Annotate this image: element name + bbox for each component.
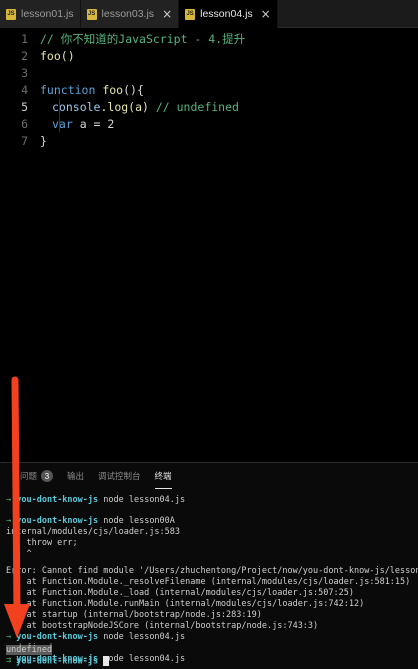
code-line: 1 // 你不知道的JavaScript - 4.提升 xyxy=(0,31,418,47)
code-text: foo() xyxy=(40,49,75,63)
code-editor[interactable]: 1 // 你不知道的JavaScript - 4.提升 2 foo() 3 4 … xyxy=(0,28,418,458)
code-keyword: var xyxy=(52,117,73,131)
prompt-dir: you-dont-know-js xyxy=(16,516,99,526)
tab-lesson01[interactable]: JS lesson01.js xyxy=(0,0,81,28)
prompt-arrow: → xyxy=(6,632,12,642)
command: node lesson00A xyxy=(98,516,175,526)
terminal-error-line: Error: Cannot find module '/Users/zhuche… xyxy=(6,566,418,576)
terminal-line: ^ xyxy=(6,549,32,559)
terminal-cursor xyxy=(103,656,110,666)
code-line: 2 foo() xyxy=(0,48,418,64)
code-function-name: foo xyxy=(95,83,124,97)
prompt-dir: you-dont-know-js xyxy=(16,632,99,642)
tab-label: 调试控制台 xyxy=(98,471,141,481)
tab-label: 输出 xyxy=(67,471,85,481)
bottom-panel: 问题 3 输出 调试控制台 终端 → you-dont-know-js node… xyxy=(0,462,418,669)
line-number: 4 xyxy=(21,83,28,97)
js-file-icon: JS xyxy=(185,8,196,20)
terminal-stack-line: at Function.Module._load (internal/modul… xyxy=(6,588,354,598)
js-file-icon: JS xyxy=(86,8,97,20)
prompt-dir: you-dont-know-js xyxy=(16,495,99,505)
tab-label: 问题 xyxy=(20,471,38,481)
line-number: 5 xyxy=(21,100,28,114)
terminal[interactable]: → you-dont-know-js node lesson04.js → yo… xyxy=(0,491,418,669)
code-line: 3 xyxy=(0,65,418,81)
indent-guide xyxy=(59,116,60,132)
tab-lesson03[interactable]: JS lesson03.js × xyxy=(80,0,180,28)
code-line: 7 } xyxy=(0,133,418,149)
prompt-arrow: → xyxy=(6,516,12,526)
code-comment: // 你不知道的JavaScript - 4.提升 xyxy=(40,32,246,46)
panel-tabs: 问题 3 输出 调试控制台 终端 xyxy=(0,463,418,489)
terminal-active-prompt[interactable]: → you-dont-know-js xyxy=(6,656,110,667)
code-comment: // undefined xyxy=(155,100,239,114)
code-line: 4 function foo(){ xyxy=(0,82,418,98)
tab-output[interactable]: 输出 xyxy=(67,463,84,489)
terminal-stack-line: at Function.Module._resolveFilename (int… xyxy=(6,577,411,587)
code-text: (){ xyxy=(123,83,144,97)
code-line: 6 var a = 2 xyxy=(0,116,418,132)
terminal-line: → you-dont-know-js node lesson00A xyxy=(6,516,175,527)
terminal-output-selected: undefined xyxy=(6,645,53,656)
js-file-icon: JS xyxy=(6,8,16,20)
prompt-arrow: → xyxy=(6,656,12,667)
tab-label: lesson01.js xyxy=(21,8,74,20)
line-number: 3 xyxy=(21,66,28,80)
tab-terminal[interactable]: 终端 xyxy=(154,463,172,489)
tab-debug-console[interactable]: 调试控制台 xyxy=(98,463,141,489)
tab-label: lesson03.js xyxy=(101,8,155,20)
terminal-line: throw err; xyxy=(6,538,78,548)
terminal-line: → you-dont-know-js node lesson04.js xyxy=(6,632,185,643)
line-number: 6 xyxy=(21,117,28,131)
tab-problems[interactable]: 问题 3 xyxy=(20,463,54,489)
code-text: } xyxy=(40,134,47,148)
terminal-line: internal/modules/cjs/loader.js:583 xyxy=(6,527,180,537)
close-icon[interactable]: × xyxy=(162,7,172,21)
code-line-current: 5 console .log(a) // undefined xyxy=(0,99,418,115)
indent-guide xyxy=(59,99,60,115)
line-number: 7 xyxy=(21,134,28,148)
tab-label: lesson04.js xyxy=(200,8,253,20)
problems-count-badge: 3 xyxy=(41,470,54,482)
prompt-dir: you-dont-know-js xyxy=(16,656,99,667)
selected-text: undefined xyxy=(6,645,53,655)
terminal-stack-line: at Function.Module.runMain (internal/mod… xyxy=(6,599,365,609)
line-number: 2 xyxy=(21,49,28,63)
line-number: 1 xyxy=(21,32,28,46)
terminal-line: → you-dont-know-js node lesson04.js xyxy=(6,495,185,506)
code-keyword: function xyxy=(40,83,96,97)
code-text: .log(a) xyxy=(100,100,156,114)
command: node lesson04.js xyxy=(98,495,186,505)
terminal-stack-line: at startup (internal/bootstrap/node.js:2… xyxy=(6,610,262,620)
prompt-arrow: → xyxy=(6,495,12,505)
command: node lesson04.js xyxy=(98,632,186,642)
code-text: a = 2 xyxy=(72,117,115,131)
command: node lesson04.js xyxy=(98,654,186,664)
tab-lesson04[interactable]: JS lesson04.js × xyxy=(179,0,278,28)
tab-label: 终端 xyxy=(154,470,172,481)
close-icon[interactable]: × xyxy=(261,7,271,21)
editor-tab-bar: JS lesson01.js JS lesson03.js × JS lesso… xyxy=(0,0,418,28)
terminal-stack-line: at bootstrapNodeJSCore (internal/bootstr… xyxy=(6,621,319,631)
